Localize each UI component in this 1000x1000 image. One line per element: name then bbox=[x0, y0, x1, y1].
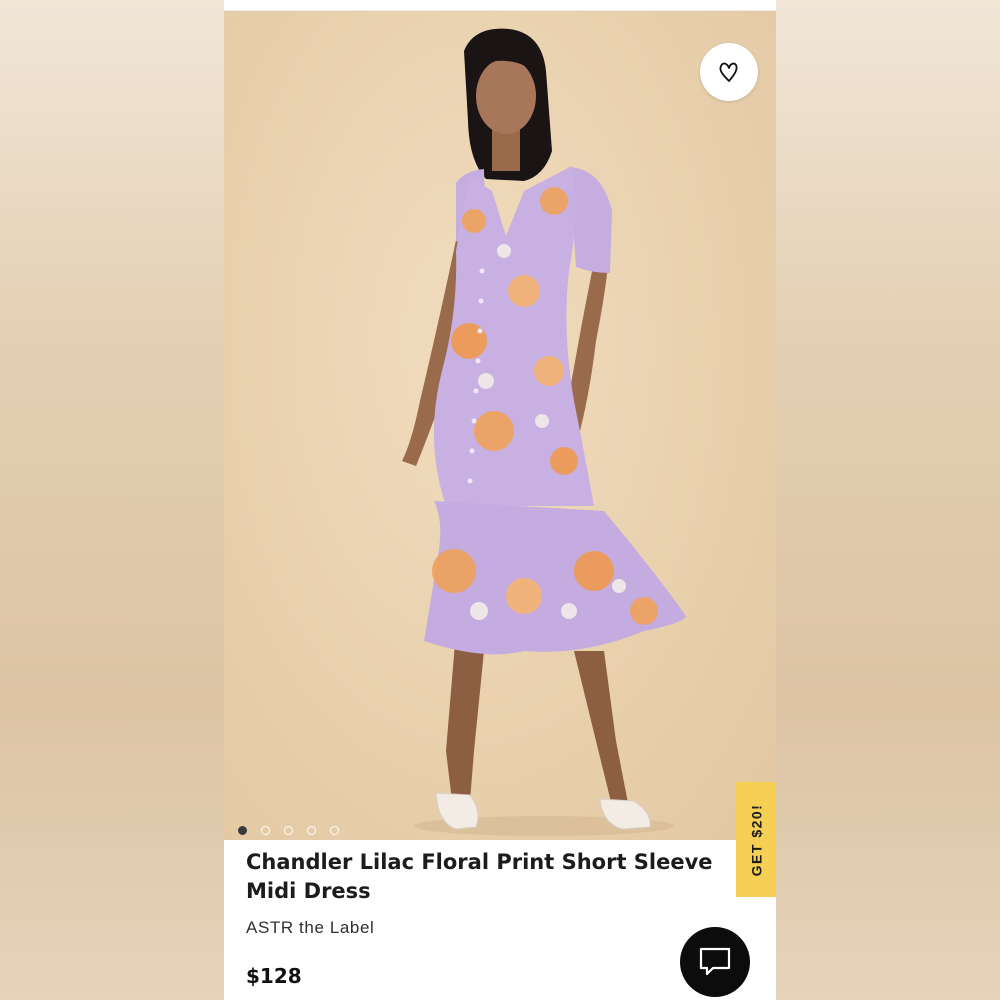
carousel-dot-4[interactable] bbox=[307, 826, 316, 835]
heart-icon bbox=[719, 62, 738, 82]
carousel-dots bbox=[238, 826, 339, 835]
brand-link[interactable]: ASTR the Label bbox=[246, 918, 374, 938]
promo-label: GET $20! bbox=[748, 803, 765, 876]
background-right bbox=[776, 0, 1000, 1000]
product-image[interactable] bbox=[224, 11, 776, 840]
chat-bubble-icon bbox=[699, 947, 731, 976]
carousel-dot-1[interactable] bbox=[238, 826, 247, 835]
top-bar bbox=[224, 0, 776, 11]
product-price: $128 bbox=[246, 964, 302, 988]
wishlist-button[interactable] bbox=[700, 43, 758, 101]
carousel-dot-3[interactable] bbox=[284, 826, 293, 835]
promo-tab[interactable]: GET $20! bbox=[736, 782, 776, 897]
product-page: GET $20! Chandler Lilac Floral Print Sho… bbox=[224, 0, 776, 1000]
background-left bbox=[0, 0, 224, 1000]
model-photo bbox=[402, 28, 686, 836]
carousel-dot-2[interactable] bbox=[261, 826, 270, 835]
carousel-dot-5[interactable] bbox=[330, 826, 339, 835]
chat-button[interactable] bbox=[680, 927, 750, 997]
product-title: Chandler Lilac Floral Print Short Sleeve… bbox=[246, 850, 713, 903]
